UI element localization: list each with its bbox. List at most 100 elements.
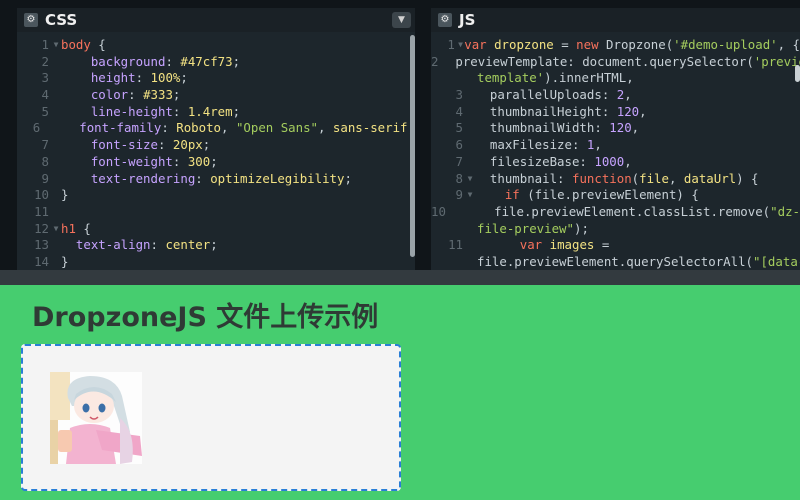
code-token: ; [210,153,218,169]
code-token: , [624,87,632,103]
fold-gutter [51,171,61,188]
line-number: 6 [455,137,463,153]
code-text: thumbnail: function(file, dataUrl) { [475,171,759,188]
code-token: 1.4rem [187,103,233,119]
code-token: font-weight [61,153,173,169]
code-token: previewTemplate: document.querySelector( [440,53,754,69]
code-text: h1 { [61,221,91,238]
editor-area: ⚙ CSS ▼ 1 ▼ body {2 background: #47cf73; 3 … [0,0,800,285]
code-text: template').innerHTML, [477,70,634,85]
code-token: "Open Sans" [235,120,318,136]
code-token: } [61,187,69,203]
code-text: thumbnailHeight: 120, [475,104,647,121]
code-token: h1 [61,220,76,236]
js-code-line-wrap: file-preview"); [431,221,800,238]
css-code-line: 11 [17,204,415,221]
code-token: maxFilesize: [475,137,587,153]
dropzone-upload-area[interactable] [21,344,401,491]
code-token: , { [777,37,800,52]
line-number: 1 [447,37,455,52]
code-token: var [464,37,487,52]
code-token: { [90,37,106,52]
code-token: #333 [143,87,173,103]
js-code[interactable]: 1 ▼ var dropzone = new Dropzone('#demo-upl… [431,32,800,270]
fold-gutter [465,154,475,171]
code-token: 120 [609,120,632,136]
css-scrollbar[interactable] [410,35,415,257]
js-code-line-wrap: template').innerHTML, [431,70,800,87]
code-token: , [221,120,236,136]
code-token: { [75,220,91,236]
code-token: = [594,237,610,253]
chevron-down-icon[interactable]: ▼ [392,12,411,28]
js-panel-header: ⚙ JS [431,8,800,32]
line-number: 5 [41,103,49,119]
code-token: ).innerHTML, [544,70,634,86]
code-token: dataUrl [683,170,737,186]
code-token: background [61,53,166,69]
code-token: images [549,237,595,253]
code-token: "[data-dz- [753,253,800,269]
code-token: ; [344,170,352,186]
js-code-line: 9 ▼ if (file.previewElement) { [431,187,800,204]
code-token: , [594,137,602,153]
gear-icon[interactable]: ⚙ [24,13,38,27]
code-token: text-rendering [61,170,196,186]
code-token: 20px [172,137,203,153]
code-token: , [318,120,333,136]
css-code-line: 13 text-align: center; [17,237,415,254]
line-number: 11 [448,237,463,253]
code-token: if [504,187,520,203]
js-editor-panel[interactable]: ⚙ JS 1 ▼ var dropzone = new Dropzone('#dem… [431,8,800,270]
css-code-line: 10} [17,187,415,204]
line-number: 4 [455,103,463,119]
code-text: color: #333; [61,87,181,104]
css-code-line: 6 font-family: Roboto, "Open Sans", sans… [17,120,415,137]
code-token: , [631,120,640,136]
result-preview: DropzoneJS 文件上传示例 [0,285,800,500]
fold-gutter [51,204,61,221]
code-token: } [61,253,69,269]
code-token: : [195,170,211,186]
fold-arrow-icon[interactable]: ▼ [465,171,475,188]
code-token: font-family [49,120,162,136]
code-token: : [165,53,181,69]
code-token: template' [477,70,545,86]
code-token: ; [172,87,181,103]
fold-gutter [51,154,61,171]
gear-icon[interactable]: ⚙ [438,13,452,27]
thumbnail-preview [50,372,142,464]
code-token: var [519,237,543,253]
fold-gutter [51,137,61,154]
fold-gutter [51,187,61,204]
code-token: '#demo-upload' [673,37,778,52]
fold-arrow-icon[interactable]: ▼ [465,187,475,204]
css-code[interactable]: 1 ▼ body {2 background: #47cf73; 3 height: … [17,32,415,270]
fold-gutter [51,54,61,71]
code-token: #47cf73 [180,53,233,69]
code-token: file.previewElement.querySelectorAll( [477,253,754,269]
code-token: (file.previewElement) { [519,187,699,203]
code-text: font-weight: 300; [61,154,218,171]
css-code-line: 12 ▼ h1 { [17,221,415,238]
css-panel-header: ⚙ CSS ▼ [17,8,415,32]
js-code-line: 10 file.previewElement.classList.remove(… [431,204,800,221]
code-token: : [128,87,144,103]
code-text: maxFilesize: 1, [475,137,602,154]
code-text: if (file.previewElement) { [475,187,699,204]
code-token: : [172,153,188,169]
fold-arrow-icon[interactable]: ▼ [51,37,61,54]
resize-handle[interactable] [0,270,800,285]
fold-arrow-icon[interactable]: ▼ [457,37,464,54]
code-text: var images = [475,237,610,254]
js-scrollbar[interactable] [795,65,800,82]
code-token: file-preview" [477,220,574,236]
css-editor-panel[interactable]: ⚙ CSS ▼ 1 ▼ body {2 background: #47cf73; 3 … [17,8,415,270]
line-number: 3 [455,87,463,103]
fold-gutter [51,237,61,254]
fold-arrow-icon[interactable]: ▼ [51,221,61,238]
line-number: 10 [431,203,446,219]
code-text: filesizeBase: 1000, [475,154,632,171]
code-token: 300 [187,153,211,169]
